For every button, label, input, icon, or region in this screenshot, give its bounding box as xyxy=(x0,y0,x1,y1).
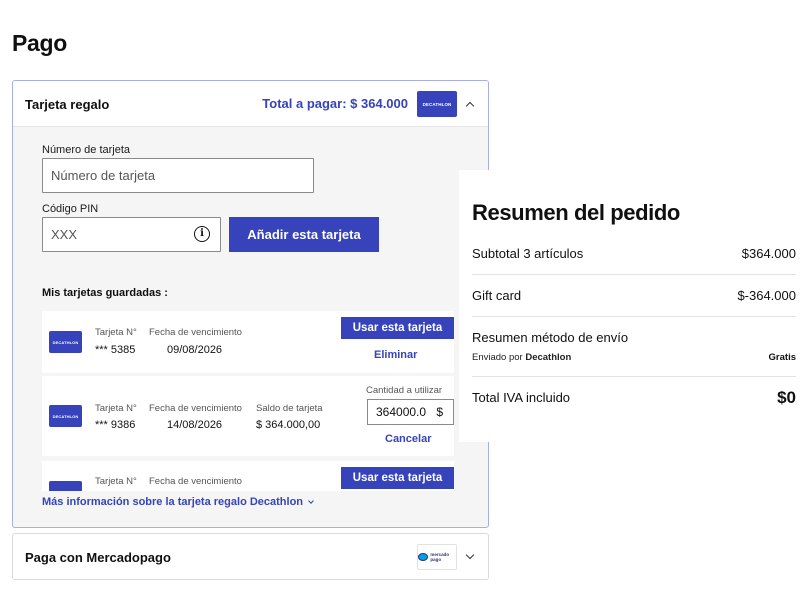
gift-card-panel: Tarjeta regalo Total a pagar: $ 364.000 … xyxy=(12,80,489,528)
summary-title: Resumen del pedido xyxy=(472,200,680,225)
expiry-caption: Fecha de vencimiento xyxy=(149,476,242,487)
cancel-link[interactable]: Cancelar xyxy=(385,433,431,445)
card-number-caption: Tarjeta N° xyxy=(95,403,137,414)
amount-currency: $ xyxy=(436,405,443,419)
saved-card-row: DECATHLON Tarjeta N° *** 9386 Fecha de v… xyxy=(42,376,454,456)
divider xyxy=(472,316,796,317)
decathlon-logo: DECATHLON xyxy=(417,91,457,117)
info-icon[interactable]: i xyxy=(194,226,210,242)
shipping-title: Resumen método de envío xyxy=(472,330,629,345)
chevron-down-icon xyxy=(308,498,314,504)
mercadopago-panel[interactable]: Paga con Mercadopago mercado pago xyxy=(12,533,489,580)
card-number-caption: Tarjeta N° xyxy=(95,327,137,338)
gift-card-header-label: Tarjeta regalo xyxy=(25,97,110,112)
total-label: Total IVA incluido xyxy=(472,390,571,405)
expiry-value: 09/08/2026 xyxy=(167,344,223,356)
more-info-text: Más información sobre la tarjeta regalo … xyxy=(42,496,304,508)
subtotal-value: $364.000 xyxy=(741,246,796,261)
decathlon-logo: DECATHLON xyxy=(49,331,82,353)
shipping-cost: Gratis xyxy=(768,352,796,363)
subtotal-label: Subtotal 3 artículos xyxy=(472,246,584,261)
handshake-icon xyxy=(418,553,429,561)
use-card-button[interactable]: Usar esta tarjeta xyxy=(341,317,454,339)
more-info-link[interactable]: Más información sobre la tarjeta regalo … xyxy=(42,496,314,508)
expiry-value: 14/08/2026 xyxy=(167,419,223,431)
divider xyxy=(472,274,796,275)
gift-card-header[interactable]: Tarjeta regalo Total a pagar: $ 364.000 … xyxy=(13,81,488,127)
mercadopago-logo: mercado pago xyxy=(417,544,457,570)
shipping-by-prefix: Enviado por xyxy=(472,352,523,363)
balance-caption: Saldo de tarjeta xyxy=(256,403,323,414)
add-card-button[interactable]: Añadir esta tarjeta xyxy=(229,217,379,252)
amount-value: 364000.0 xyxy=(376,405,427,419)
use-card-button[interactable]: Usar esta tarjeta xyxy=(341,467,454,489)
total-to-pay: Total a pagar: $ 364.000 xyxy=(262,96,408,111)
page-title: Pago xyxy=(12,30,68,56)
balance-value: $ 364.000,00 xyxy=(256,419,321,431)
expiry-caption: Fecha de vencimiento xyxy=(149,403,242,414)
expiry-caption: Fecha de vencimiento xyxy=(149,327,242,338)
card-number-caption: Tarjeta N° xyxy=(95,476,137,487)
chevron-down-icon[interactable] xyxy=(465,550,475,560)
order-summary: Resumen del pedido Subtotal 3 artículos … xyxy=(459,170,800,442)
card-number-label: Número de tarjeta xyxy=(42,144,131,156)
remove-card-link[interactable]: Eliminar xyxy=(374,349,417,361)
shipping-by: Enviado por Decathlon xyxy=(472,352,571,363)
mercadopago-label: Paga con Mercadopago xyxy=(25,550,171,565)
amount-input[interactable]: 364000.0 $ xyxy=(367,399,454,425)
shipping-by-name: Decathlon xyxy=(525,352,572,363)
divider xyxy=(472,376,796,377)
card-number-input[interactable] xyxy=(42,158,314,193)
saved-card-row: DECATHLON Tarjeta N° Fecha de vencimient… xyxy=(42,461,454,491)
chevron-up-icon[interactable] xyxy=(465,101,475,111)
giftcard-value: $-364.000 xyxy=(737,288,796,303)
saved-cards-title: Mis tarjetas guardadas : xyxy=(42,287,168,299)
card-number-value: *** 9386 xyxy=(95,419,136,431)
giftcard-label: Gift card xyxy=(472,288,522,303)
decathlon-logo: DECATHLON xyxy=(49,481,82,491)
decathlon-logo: DECATHLON xyxy=(49,405,82,427)
total-value: $0 xyxy=(777,388,796,407)
pin-label: Código PIN xyxy=(42,203,99,215)
card-number-value: *** 5385 xyxy=(95,344,136,356)
mercadopago-logo-text: mercado pago xyxy=(430,552,450,562)
amount-caption: Cantidad a utilizar xyxy=(366,385,443,396)
saved-card-row: DECATHLON Tarjeta N° *** 5385 Fecha de v… xyxy=(42,311,454,373)
